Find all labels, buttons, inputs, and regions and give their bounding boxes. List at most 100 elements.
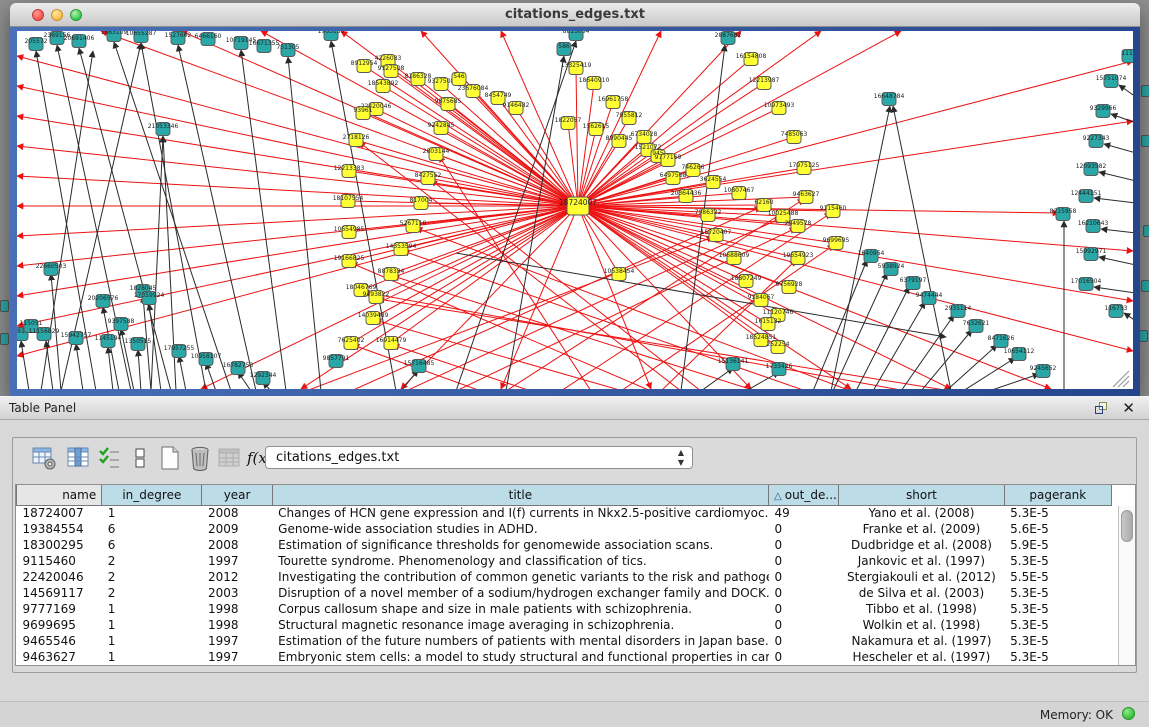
red-edge[interactable]	[578, 206, 1133, 351]
memory-status-indicator[interactable]	[1122, 707, 1135, 720]
new-table-icon[interactable]	[157, 445, 183, 471]
table-cell[interactable]: 22420046	[17, 569, 102, 585]
table-cell[interactable]: Jankovic et al. (1997)	[839, 553, 1004, 569]
table-row[interactable]: 977716911998Corpus callosum shape and si…	[17, 601, 1112, 617]
show-columns-icon[interactable]	[97, 445, 123, 471]
table-cell[interactable]: Nakamura et al. (1997)	[839, 633, 1004, 649]
table-cell[interactable]: Investigating the contribution of common…	[272, 569, 768, 585]
column-header-name[interactable]: name	[17, 485, 102, 505]
table-cell[interactable]: 2008	[202, 537, 272, 553]
delete-table-icon[interactable]	[187, 445, 213, 471]
column-header-year[interactable]: year	[202, 485, 272, 505]
table-cell[interactable]: Embryonic stem cells: a model to study s…	[272, 649, 768, 665]
table-cell[interactable]: 2	[102, 553, 202, 569]
black-edge[interactable]	[76, 344, 83, 389]
table-cell[interactable]: 1998	[202, 601, 272, 617]
table-cell[interactable]: 1	[102, 633, 202, 649]
table-cell[interactable]: de Silva et al. (2003)	[839, 585, 1004, 601]
black-edge[interactable]	[178, 45, 256, 389]
black-edge[interactable]	[1094, 287, 1133, 293]
table-cell[interactable]: 9699695	[17, 617, 102, 633]
black-edge[interactable]	[1101, 229, 1133, 233]
resize-grip[interactable]	[1113, 371, 1129, 387]
table-cell[interactable]: 5.6E-5	[1004, 521, 1111, 537]
black-edge[interactable]	[856, 287, 909, 389]
table-cell[interactable]: 5.3E-5	[1004, 617, 1111, 633]
black-edge[interactable]	[138, 350, 141, 389]
table-cell[interactable]: 9777169	[17, 601, 102, 617]
table-cell[interactable]: Yano et al. (2008)	[839, 505, 1004, 521]
black-edge[interactable]	[1119, 85, 1133, 97]
table-cell[interactable]: Estimation of significance thresholds fo…	[272, 537, 768, 553]
table-cell[interactable]: 9465546	[17, 633, 102, 649]
table-cell[interactable]: 0	[769, 537, 839, 553]
table-options-icon[interactable]	[31, 445, 57, 471]
table-cell[interactable]: 49	[769, 505, 839, 521]
table-cell[interactable]: 14569117	[17, 585, 102, 601]
black-edge[interactable]	[241, 50, 286, 389]
column-header-title[interactable]: title	[272, 485, 768, 505]
table-cell[interactable]: 2	[102, 585, 202, 601]
row-height-icon[interactable]	[127, 445, 153, 471]
red-edge[interactable]	[349, 206, 578, 261]
table-cell[interactable]: 5.3E-5	[1004, 601, 1111, 617]
black-edge[interactable]	[1124, 313, 1133, 321]
table-cell[interactable]: 1997	[202, 633, 272, 649]
table-cell[interactable]: 0	[769, 601, 839, 617]
import-table-icon[interactable]	[217, 445, 243, 471]
table-cell[interactable]: 0	[769, 553, 839, 569]
table-row[interactable]: 911546021997Tourette syndrome. Phenomeno…	[17, 553, 1112, 569]
table-cell[interactable]: Tourette syndrome. Phenomenology and cla…	[272, 553, 768, 569]
table-cell[interactable]: Wolkin et al. (1998)	[839, 617, 1004, 633]
vertical-scrollbar[interactable]	[1118, 506, 1135, 665]
black-edge[interactable]	[1104, 144, 1133, 153]
table-cell[interactable]: 0	[769, 649, 839, 665]
black-edge[interactable]	[893, 106, 951, 389]
float-panel-icon[interactable]	[1095, 402, 1109, 415]
table-row[interactable]: 1456911722003Disruption of a novel membe…	[17, 585, 1112, 601]
column-header-in_degree[interactable]: in_degree	[102, 485, 202, 505]
black-edge[interactable]	[206, 363, 216, 389]
red-edge[interactable]	[578, 83, 594, 206]
black-edge[interactable]	[114, 42, 231, 389]
table-cell[interactable]: 5.3E-5	[1004, 585, 1111, 601]
column-header-short[interactable]: short	[839, 485, 1004, 505]
table-cell[interactable]: 6	[102, 537, 202, 553]
black-edge[interactable]	[833, 273, 887, 389]
window-titlebar[interactable]: citations_edges.txt	[10, 3, 1140, 27]
table-cell[interactable]: 1997	[202, 649, 272, 665]
black-edge[interactable]	[873, 302, 925, 389]
network-graph[interactable]: 2055722369156206914061883109106552871527…	[17, 31, 1133, 389]
table-cell[interactable]: 5.5E-5	[1004, 569, 1111, 585]
black-edge[interactable]	[151, 136, 163, 389]
table-row[interactable]: 1872400712008Changes of HCN gene express…	[17, 505, 1112, 521]
table-cell[interactable]: Tibbo et al. (1998)	[839, 601, 1004, 617]
red-edge[interactable]	[375, 320, 623, 389]
table-cell[interactable]: 0	[769, 585, 839, 601]
black-edge[interactable]	[179, 356, 186, 389]
table-cell[interactable]: 5.3E-5	[1004, 505, 1111, 521]
table-cell[interactable]: 0	[769, 617, 839, 633]
table-cell[interactable]: 1	[102, 617, 202, 633]
table-cell[interactable]: Hescheler et al. (1997)	[839, 649, 1004, 665]
table-cell[interactable]: 19384554	[17, 521, 102, 537]
red-edge[interactable]	[261, 31, 578, 206]
table-cell[interactable]: 9463627	[17, 649, 102, 665]
node-table-grid[interactable]: namein_degreeyeartitle△out_de...shortpag…	[16, 485, 1112, 665]
red-edge[interactable]	[501, 206, 578, 389]
black-edge[interactable]	[921, 330, 972, 389]
table-cell[interactable]: 2003	[202, 585, 272, 601]
black-edge[interactable]	[1094, 198, 1133, 203]
table-cell[interactable]: 2012	[202, 569, 272, 585]
table-row[interactable]: 946554611997Estimation of the future num…	[17, 633, 1112, 649]
red-edge[interactable]	[441, 128, 578, 206]
column-header-pagerank[interactable]: pagerank	[1004, 485, 1111, 505]
table-cell[interactable]: 18300295	[17, 537, 102, 553]
red-edge[interactable]	[378, 299, 951, 389]
table-cell[interactable]: Changes of HCN gene expression and I(f) …	[272, 505, 768, 521]
table-cell[interactable]: 1	[102, 601, 202, 617]
network-canvas[interactable]: 2055722369156206914061883109106552871527…	[17, 31, 1133, 389]
black-edge[interactable]	[46, 341, 53, 389]
table-row[interactable]: 1938455462009Genome-wide association stu…	[17, 521, 1112, 537]
table-cell[interactable]: 0	[769, 633, 839, 649]
